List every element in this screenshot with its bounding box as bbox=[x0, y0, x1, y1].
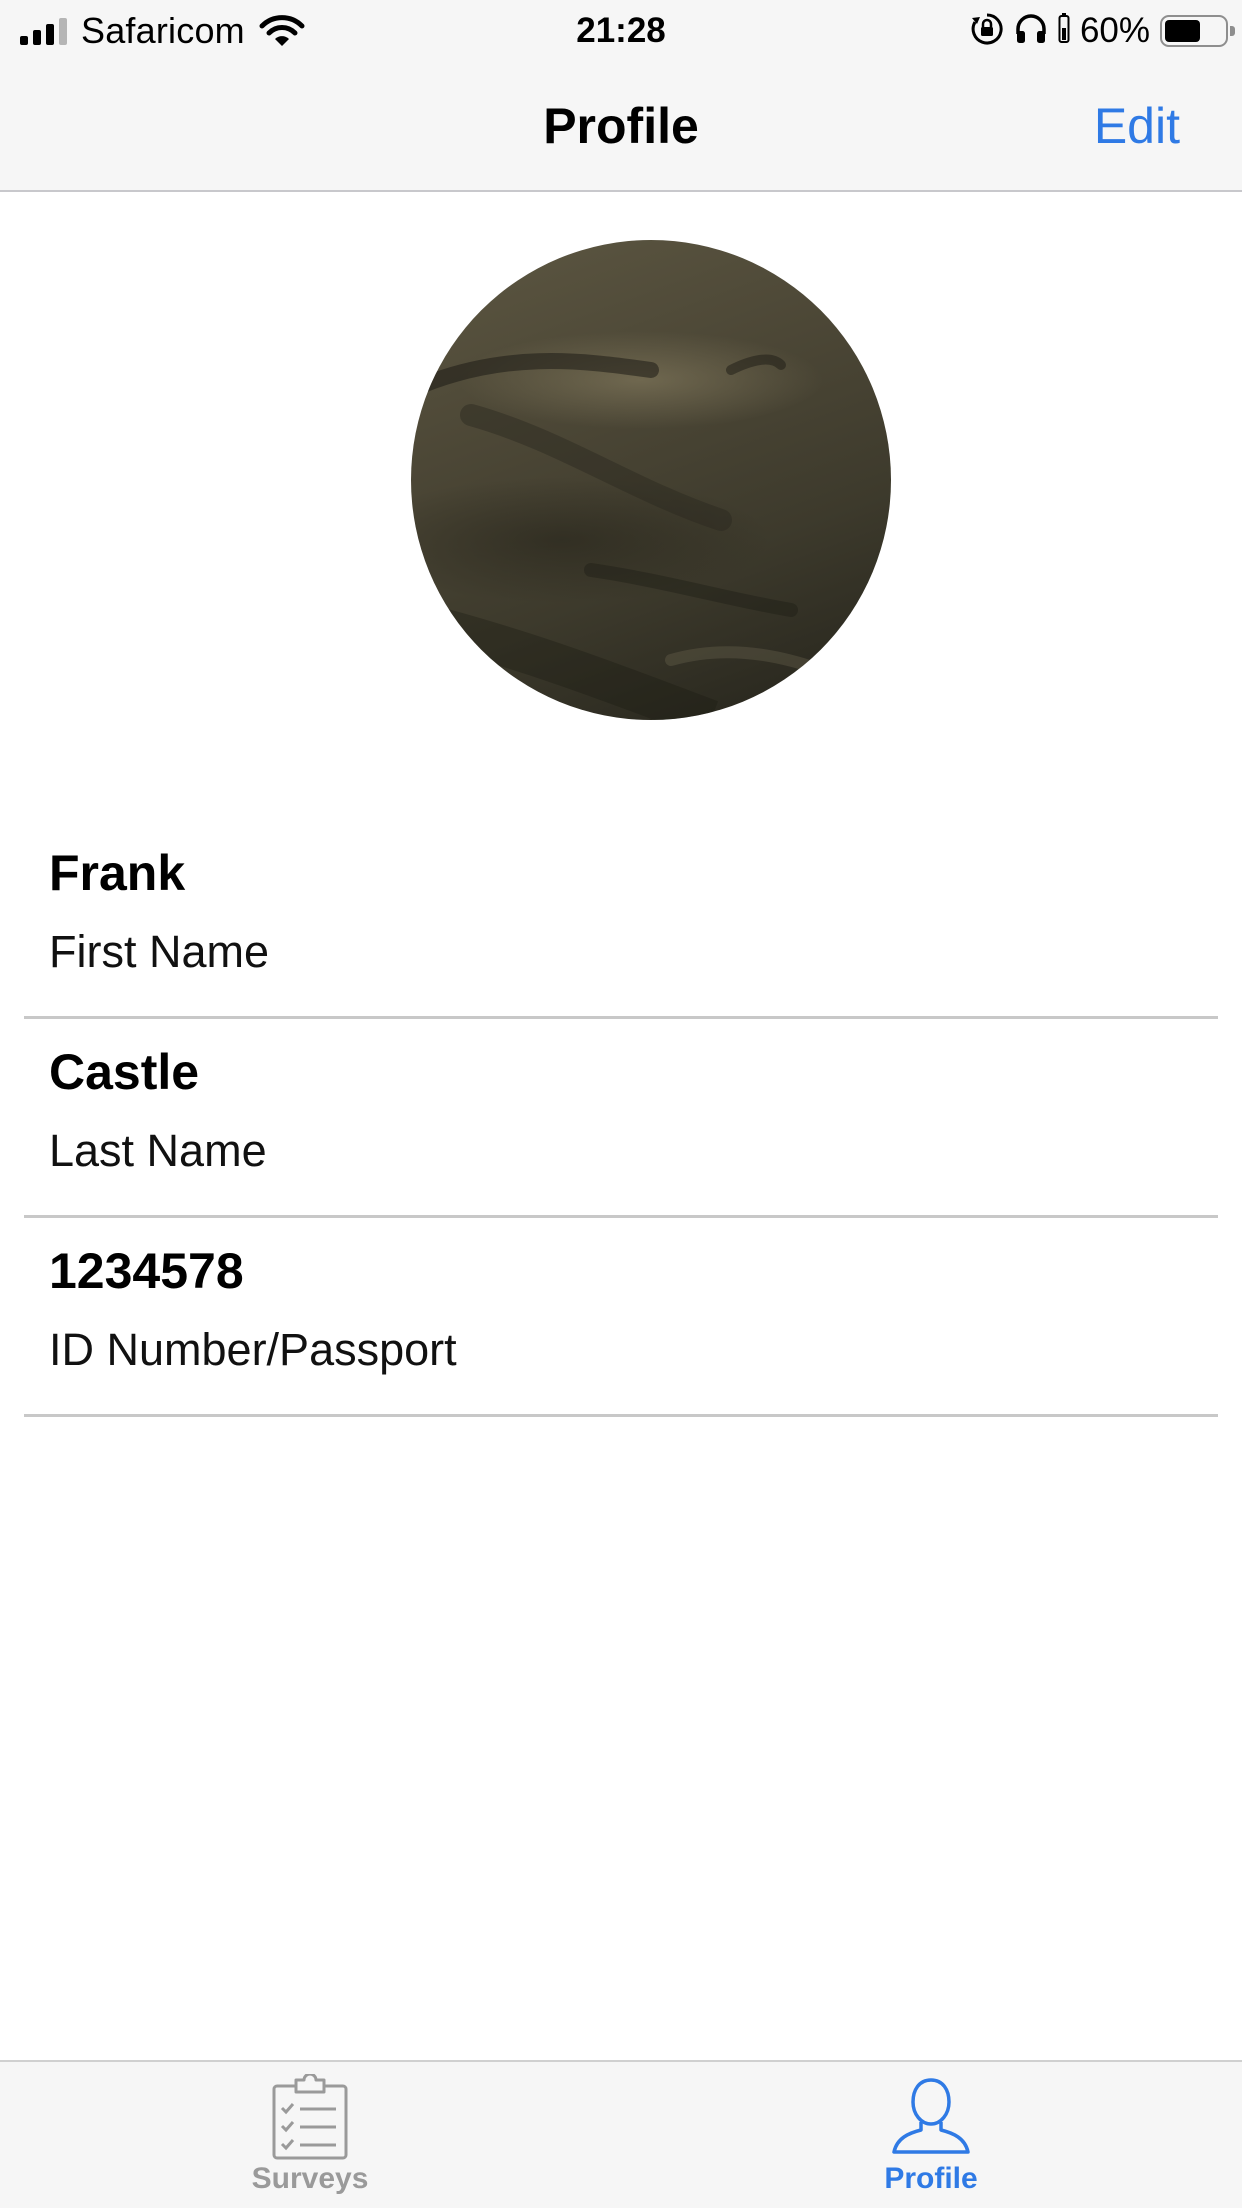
battery-percent: 60% bbox=[1079, 11, 1150, 50]
id-number-label: ID Number/Passport bbox=[49, 1324, 457, 1375]
tab-surveys[interactable]: Surveys bbox=[160, 2062, 460, 2208]
avatar[interactable] bbox=[411, 240, 891, 720]
battery-icon bbox=[1160, 15, 1235, 47]
list-item: Castle Last Name bbox=[24, 1019, 1218, 1218]
tab-bar: Surveys Profile bbox=[0, 2060, 1242, 2208]
profile-fields: Frank First Name Castle Last Name 123457… bbox=[24, 820, 1218, 1417]
battery-level-fill bbox=[1165, 20, 1200, 42]
list-item: 1234578 ID Number/Passport bbox=[24, 1218, 1218, 1417]
first-name-label: First Name bbox=[49, 926, 270, 977]
last-name-value: Castle bbox=[49, 1044, 200, 1100]
status-bar: Safaricom 21:28 60% bbox=[0, 0, 1242, 62]
page-title: Profile bbox=[543, 98, 699, 154]
headphone-battery-icon bbox=[1058, 12, 1070, 51]
person-icon bbox=[891, 2074, 971, 2160]
orientation-lock-icon bbox=[970, 12, 1004, 51]
id-number-value: 1234578 bbox=[49, 1243, 244, 1299]
edit-button[interactable]: Edit bbox=[1094, 62, 1180, 190]
first-name-value: Frank bbox=[49, 845, 186, 901]
clipboard-checklist-icon bbox=[270, 2072, 350, 2160]
list-item: Frank First Name bbox=[24, 820, 1218, 1019]
status-bar-right: 60% bbox=[970, 6, 1235, 56]
tab-profile-label: Profile bbox=[884, 2162, 978, 2195]
tab-surveys-label: Surveys bbox=[251, 2162, 369, 2195]
navigation-bar: Profile Edit bbox=[0, 62, 1242, 192]
last-name-label: Last Name bbox=[49, 1125, 267, 1176]
headphones-icon bbox=[1014, 12, 1048, 51]
profile-screen: Safaricom 21:28 60% Profile Edit Frank F… bbox=[0, 0, 1242, 2208]
tab-profile[interactable]: Profile bbox=[781, 2062, 1081, 2208]
